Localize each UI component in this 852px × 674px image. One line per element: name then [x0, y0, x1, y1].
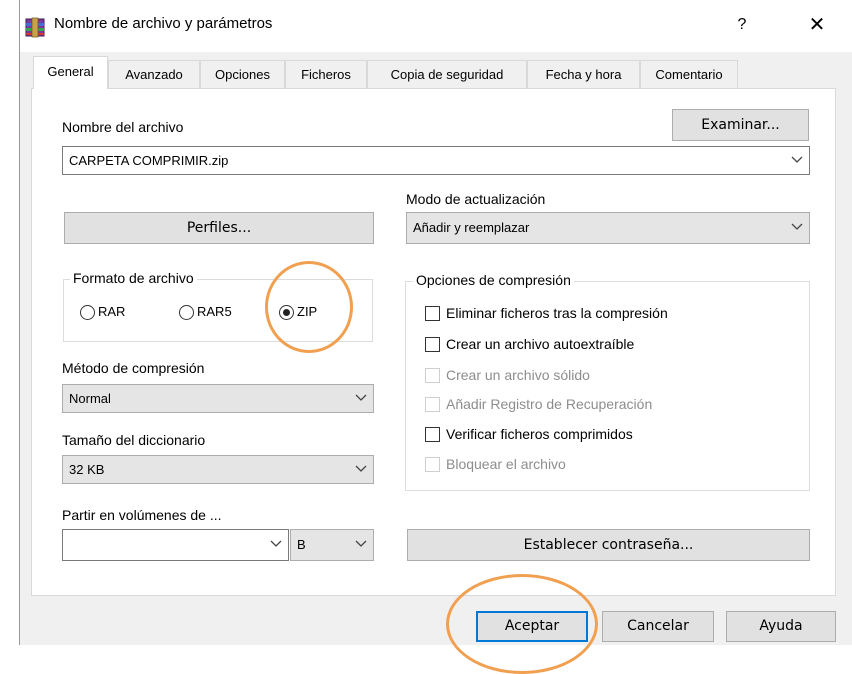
chevron-down-icon	[791, 223, 803, 230]
checkbox-solid-label: Crear un archivo sólido	[446, 367, 590, 383]
filename-value: CARPETA COMPRIMIR.zip	[69, 153, 229, 168]
cancel-button[interactable]: Cancelar	[602, 611, 714, 642]
tab-comentario[interactable]: Comentario	[640, 60, 738, 88]
winrar-app-icon	[24, 16, 46, 38]
update-mode-select[interactable]: Añadir y reemplazar	[406, 212, 810, 244]
dictionary-size-value: 32 KB	[69, 462, 105, 477]
ok-button[interactable]: Aceptar	[476, 611, 588, 642]
chevron-down-icon	[355, 465, 367, 472]
update-mode-value: Añadir y reemplazar	[413, 220, 530, 235]
tab-opciones[interactable]: Opciones	[200, 60, 285, 88]
compression-method-select[interactable]: Normal	[62, 384, 374, 413]
checkbox-lock-label: Bloquear el archivo	[446, 456, 566, 472]
checkbox-verify[interactable]	[425, 427, 440, 442]
split-unit-select[interactable]: B	[290, 529, 374, 561]
tab-copia-de-seguridad[interactable]: Copia de seguridad	[367, 60, 527, 88]
compression-options-title: Opciones de compresión	[413, 272, 574, 288]
tab-avanzado[interactable]: Avanzado	[108, 60, 200, 88]
tab-fecha-y-hora[interactable]: Fecha y hora	[527, 60, 640, 88]
radio-zip-label: ZIP	[297, 304, 318, 319]
archive-format-title: Formato de archivo	[70, 270, 197, 286]
close-icon[interactable]: ✕	[800, 12, 834, 38]
split-size-combo[interactable]	[62, 529, 289, 561]
profiles-button[interactable]: Perfiles...	[64, 212, 374, 244]
checkbox-delete-after[interactable]	[425, 306, 440, 321]
checkbox-lock	[425, 457, 440, 472]
dictionary-size-label: Tamaño del diccionario	[62, 432, 206, 448]
chevron-down-icon	[270, 540, 282, 547]
split-volumes-label: Partir en volúmenes de ...	[62, 507, 222, 523]
checkbox-delete-after-label: Eliminar ficheros tras la compresión	[446, 305, 668, 321]
radio-rar5-label: RAR5	[197, 304, 232, 319]
chevron-down-icon	[355, 394, 367, 401]
tab-general[interactable]: General	[33, 56, 108, 89]
checkbox-recovery-record	[425, 397, 440, 412]
dictionary-size-select[interactable]: 32 KB	[62, 455, 374, 484]
set-password-button[interactable]: Establecer contraseña...	[407, 529, 810, 561]
checkbox-solid	[425, 368, 440, 383]
checkbox-recovery-record-label: Añadir Registro de Recuperación	[446, 396, 653, 412]
window-title: Nombre de archivo y parámetros	[54, 15, 273, 32]
update-mode-label: Modo de actualización	[406, 191, 546, 207]
radio-rar-label: RAR	[98, 304, 126, 319]
checkbox-sfx[interactable]	[425, 337, 440, 352]
compression-method-label: Método de compresión	[62, 360, 205, 376]
help-icon[interactable]: ?	[730, 13, 754, 37]
help-button[interactable]: Ayuda	[726, 611, 836, 642]
filename-combo[interactable]: CARPETA COMPRIMIR.zip	[62, 146, 810, 175]
checkbox-verify-label: Verificar ficheros comprimidos	[446, 426, 633, 442]
tab-ficheros[interactable]: Ficheros	[285, 60, 367, 88]
checkbox-sfx-label: Crear un archivo autoextraíble	[446, 336, 635, 352]
filename-label: Nombre del archivo	[62, 119, 184, 135]
chevron-down-icon	[355, 540, 367, 547]
radio-rar[interactable]	[80, 305, 95, 320]
browse-button[interactable]: Examinar...	[672, 109, 809, 141]
split-unit-value: B	[297, 537, 306, 552]
chevron-down-icon	[791, 156, 803, 163]
radio-zip[interactable]	[279, 305, 294, 320]
compression-method-value: Normal	[69, 391, 111, 406]
radio-rar5[interactable]	[179, 305, 194, 320]
